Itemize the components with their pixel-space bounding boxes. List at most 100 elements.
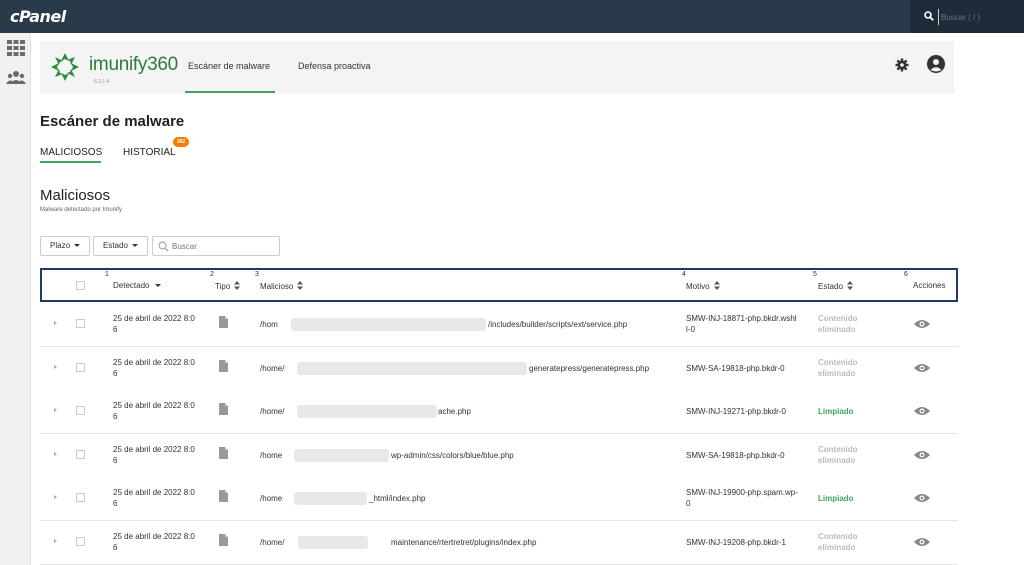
detected-date: 25 de abril de 2022 8:0 6: [113, 357, 208, 379]
eye-icon[interactable]: [914, 450, 930, 460]
expand-row-icon[interactable]: [54, 451, 57, 456]
column-label: Detectado: [113, 281, 150, 290]
chevron-down-icon: [131, 244, 138, 247]
date-line-2: 6: [113, 325, 118, 334]
eye-icon[interactable]: [914, 319, 930, 329]
status-badge: Limpiado: [818, 406, 854, 417]
column-motivo[interactable]: Motivo: [686, 281, 720, 291]
column-label: Tipo: [215, 282, 231, 291]
subtab-historial[interactable]: HISTORIAL: [123, 147, 176, 158]
file-icon: [219, 359, 228, 372]
date-line-1: 25 de abril de 2022 8:0: [113, 314, 195, 323]
expand-row-icon[interactable]: [54, 408, 57, 412]
column-label: Malicioso: [260, 282, 294, 291]
reason-line-2: l-0: [686, 325, 695, 334]
table-row[interactable]: 25 de abril de 2022 8:0 6/home/ache.php SM…: [40, 390, 958, 434]
reason: SMW-INJ-19208-php.bkdr-1: [686, 537, 811, 548]
section-title: Maliciosos: [40, 187, 111, 204]
file-icon: [219, 316, 228, 328]
column-malicioso[interactable]: Malicioso: [260, 281, 304, 291]
date-line-1: 25 de abril de 2022 8:0: [113, 444, 195, 454]
plazo-dropdown[interactable]: Plazo: [40, 236, 91, 256]
path-end: generatepress/generatepress.php: [529, 363, 650, 373]
table-row[interactable]: 25 de abril de 2022 8:0 6/home/generatepr…: [40, 346, 958, 391]
imunify-logo-icon: [51, 53, 79, 81]
column-acciones: Acciones: [913, 281, 946, 290]
user-avatar-icon[interactable]: [927, 55, 945, 73]
status-line-1: Contenido: [818, 444, 858, 454]
status-line-1: Contenido: [818, 314, 858, 323]
column-number: 2: [210, 271, 214, 278]
filter-search-input[interactable]: [172, 240, 272, 252]
status-line-1: Limpiado: [818, 407, 854, 416]
search-icon: [158, 241, 169, 252]
redacted-path: [297, 405, 437, 418]
path-start: /home: [260, 494, 283, 503]
expand-row-icon[interactable]: [54, 321, 57, 325]
imunify-header: imunify360 6.3.1-4 Escáner de malware De…: [40, 41, 954, 94]
table-row[interactable]: 25 de abril de 2022 8:0 6/hom/includes/bu…: [40, 303, 958, 347]
file-icon: [219, 533, 228, 546]
column-tipo[interactable]: Tipo: [215, 281, 241, 291]
column-number: 3: [255, 271, 259, 278]
status-line-1: Contenido: [818, 357, 858, 367]
users-icon[interactable]: [6, 69, 26, 87]
status-line-1: Contenido: [818, 531, 858, 541]
reason: SMW-INJ-18871-php.bkdr.wshl l-0: [686, 313, 811, 335]
top-bar: cPanel: [0, 0, 1024, 33]
date-line-1: 25 de abril de 2022 8:0: [113, 531, 195, 541]
eye-icon[interactable]: [914, 493, 930, 503]
estado-dropdown[interactable]: Estado: [93, 236, 148, 256]
table-row[interactable]: 25 de abril de 2022 8:0 6/home/maintenanc…: [40, 520, 958, 565]
active-tab-indicator: [185, 91, 275, 93]
filter-search[interactable]: [152, 236, 280, 256]
eye-icon[interactable]: [914, 363, 930, 373]
path-start: /home/: [260, 537, 285, 547]
tab-malware-scanner[interactable]: Escáner de malware: [188, 61, 270, 71]
date-line-2: 6: [113, 368, 118, 378]
top-search[interactable]: [910, 0, 1024, 33]
row-checkbox[interactable]: [76, 536, 85, 546]
select-all-checkbox[interactable]: [76, 281, 85, 290]
sort-icon: [297, 281, 304, 290]
redacted-path: [294, 448, 389, 462]
expand-row-icon[interactable]: [54, 495, 57, 499]
row-checkbox[interactable]: [76, 319, 85, 328]
status-line-2: eliminado: [818, 542, 856, 552]
page-title: Escáner de malware: [40, 113, 185, 130]
date-line-2: 6: [113, 542, 118, 552]
expand-row-icon[interactable]: [54, 538, 57, 543]
path-end: maintenance/rtertretret/plugins/index.ph…: [391, 537, 537, 547]
reason-line-1: SMW-SA-19818-php.bkdr-0: [686, 450, 785, 460]
table-row[interactable]: 25 de abril de 2022 8:0 6/home wp-admin/cs…: [40, 433, 958, 478]
status-line-2: eliminado: [818, 325, 856, 334]
detected-date: 25 de abril de 2022 8:0 6: [113, 313, 208, 335]
reason-line-1: SMW-INJ-19900-php.spam.wp-: [686, 488, 798, 497]
reason: SMW-INJ-19271-php.bkdr-0: [686, 406, 811, 417]
redacted-path: [294, 492, 367, 505]
grid-icon[interactable]: [6, 39, 26, 57]
date-line-2: 6: [113, 412, 118, 421]
top-search-input[interactable]: [938, 9, 1018, 25]
eye-icon[interactable]: [914, 537, 930, 547]
subtab-maliciosos[interactable]: MALICIOSOS: [40, 147, 102, 158]
status-badge: Contenido eliminado: [818, 313, 858, 335]
column-estado[interactable]: Estado: [818, 281, 853, 291]
cpanel-logo[interactable]: cPanel: [10, 7, 66, 26]
reason-line-1: SMW-SA-19818-php.bkdr-0: [686, 363, 785, 373]
row-checkbox[interactable]: [76, 406, 85, 415]
tab-proactive-defense[interactable]: Defensa proactiva: [298, 61, 371, 71]
plazo-label: Plazo: [50, 241, 71, 250]
expand-row-icon[interactable]: [54, 364, 57, 369]
table-row[interactable]: 25 de abril de 2022 8:0 6/home _html/index…: [40, 477, 958, 521]
gear-icon[interactable]: [895, 58, 909, 72]
row-checkbox[interactable]: [76, 362, 85, 372]
path-start: /hom: [260, 320, 278, 329]
detected-date: 25 de abril de 2022 8:0 6: [113, 531, 208, 553]
row-checkbox[interactable]: [76, 449, 85, 459]
eye-icon[interactable]: [914, 406, 930, 416]
column-label: Estado: [818, 282, 843, 291]
row-checkbox[interactable]: [76, 493, 85, 502]
column-detectado[interactable]: Detectado: [113, 281, 162, 290]
reason: SMW-SA-19818-php.bkdr-0: [686, 363, 811, 374]
